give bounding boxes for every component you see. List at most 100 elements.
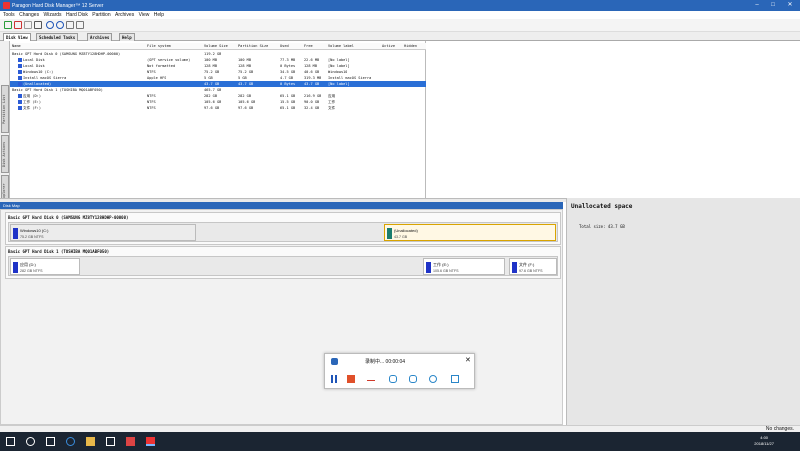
col-file-system[interactable]: File system	[147, 43, 171, 49]
edge-icon[interactable]	[66, 437, 75, 446]
camera-icon[interactable]	[429, 375, 437, 383]
menu-hard-disk[interactable]: Hard Disk	[66, 11, 88, 19]
cell-text: 文件 (F:)	[23, 106, 42, 110]
undo-icon[interactable]	[46, 21, 54, 29]
cell-text: 119.2 GB	[204, 52, 222, 56]
unallocated-icon	[387, 228, 392, 239]
search-icon[interactable]	[26, 437, 35, 446]
side-tab-disk-actions[interactable]: Disk Actions	[1, 135, 9, 173]
apply-icon[interactable]	[4, 21, 12, 29]
discard-icon[interactable]	[14, 21, 22, 29]
info-total-label: Total size:	[579, 224, 606, 229]
partition-list: Name File system Volume Size Partition S…	[10, 41, 426, 198]
menu-wizards[interactable]: Wizards	[43, 11, 61, 19]
cell-text: 128 MB	[238, 64, 251, 68]
disk-0-title: Basic GPT Hard Disk 0 (SAMSUNG MZ8TY128H…	[8, 215, 129, 220]
stop-icon[interactable]	[347, 375, 355, 383]
cell-text: Not formatted	[147, 64, 176, 68]
redo-icon[interactable]	[56, 21, 64, 29]
table-row[interactable]: 文件 (F:) NTFS 97.6 GB 97.6 GB 65.1 GB 32.4 GB 文…	[10, 105, 426, 111]
col-used[interactable]: Used	[280, 43, 289, 49]
unallocated-size: 43.7 GB	[394, 235, 408, 239]
close-button[interactable]: ✕	[784, 1, 796, 10]
pen-icon[interactable]	[389, 375, 397, 383]
menu-bar: Tools Changes Wizards Hard Disk Partitio…	[0, 11, 800, 19]
tab-scheduled-tasks[interactable]: Scheduled Tasks	[36, 33, 79, 41]
cell-text: (Unallocated)	[23, 82, 52, 86]
edit-icon[interactable]	[451, 375, 459, 383]
log-icon[interactable]	[34, 21, 42, 29]
partition-f[interactable]: 文件 (F:) 97.6 GB NTFS	[509, 258, 557, 275]
cell-text: 128 MB	[304, 64, 317, 68]
cell-text: 105.6 GB	[238, 100, 256, 104]
col-active[interactable]: Active	[382, 43, 395, 49]
cell-text: 65.1 GB	[280, 106, 296, 110]
col-partition-size[interactable]: Partition Size	[238, 43, 268, 49]
partition-c[interactable]: Windows10 (C:) 75.2 GB NTFS	[10, 224, 196, 241]
mail-icon[interactable]	[126, 437, 135, 446]
cell-text: 75.2 GB	[238, 70, 254, 74]
cell-text: 75.2 GB	[204, 70, 220, 74]
menu-partition[interactable]: Partition	[92, 11, 110, 19]
cell-name: 文件 (F:)	[18, 105, 41, 111]
store-icon[interactable]	[106, 437, 115, 446]
cell-text: 465.7 GB	[204, 88, 222, 92]
partition-d-icon	[13, 262, 18, 273]
clock-date: 2018/11/27	[754, 441, 774, 446]
partition-c-icon	[13, 228, 18, 239]
minimize-button[interactable]: –	[751, 1, 763, 10]
task-view-icon[interactable]	[46, 437, 55, 446]
disk-map-header: Disk Map	[0, 202, 563, 209]
properties-icon[interactable]	[24, 21, 32, 29]
menu-changes[interactable]: Changes	[19, 11, 39, 19]
cell-text: 应用	[328, 94, 336, 98]
maximize-button[interactable]: □	[767, 1, 779, 10]
tab-archives[interactable]: Archives	[87, 33, 113, 41]
taskbar: 4:00 2018/11/27	[0, 432, 800, 451]
annotate-icon[interactable]	[367, 375, 375, 381]
partition-unallocated[interactable]: (Unallocated) 43.7 GB	[384, 224, 556, 241]
cell-text: 0 Bytes	[280, 64, 296, 68]
refresh-icon[interactable]	[66, 21, 74, 29]
help-icon[interactable]	[76, 21, 84, 29]
highlighter-icon[interactable]	[409, 375, 417, 383]
cell-text: [No label]	[328, 64, 350, 68]
pause-icon[interactable]	[331, 375, 337, 383]
col-free[interactable]: Free	[304, 43, 313, 49]
partition-list-header: Name File system Volume Size Partition S…	[10, 43, 426, 50]
partition-e[interactable]: 工作 (E:) 105.6 GB NTFS	[423, 258, 505, 275]
cell-text: 40.6 GB	[304, 70, 320, 74]
partition-d-size: 282 GB NTFS	[20, 269, 43, 273]
cell-text: 工作	[328, 100, 336, 104]
start-icon[interactable]	[6, 437, 15, 446]
cell-text: 32.4 GB	[304, 106, 320, 110]
system-clock[interactable]: 4:00 2018/11/27	[754, 435, 774, 447]
menu-archives[interactable]: Archives	[115, 11, 134, 19]
recorder-close-button[interactable]: ✕	[465, 356, 471, 364]
partition-f-name: 文件 (F:)	[519, 262, 535, 267]
tab-disk-view[interactable]: Disk View	[3, 33, 31, 41]
menu-tools[interactable]: Tools	[3, 11, 15, 19]
menu-view[interactable]: View	[139, 11, 150, 19]
paragon-taskbar-icon[interactable]	[146, 437, 155, 446]
col-hidden[interactable]: Hidden	[404, 43, 417, 49]
tab-help[interactable]: Help	[119, 33, 135, 41]
partition-icon	[18, 64, 22, 68]
cell-text: [No label]	[328, 58, 350, 62]
disk-1[interactable]: Basic GPT Hard Disk 1 (TOSHIBA MQ01ABF05…	[5, 246, 561, 279]
cell-text: 5 GB	[238, 76, 247, 80]
partition-icon	[18, 76, 22, 80]
partition-icon	[18, 82, 22, 86]
disk-0[interactable]: Basic GPT Hard Disk 0 (SAMSUNG MZ8TY128H…	[5, 212, 561, 245]
partition-f-icon	[512, 262, 517, 273]
unallocated-name: (Unallocated)	[394, 228, 418, 233]
menu-help[interactable]: Help	[154, 11, 164, 19]
col-volume-label[interactable]: Volume label	[328, 43, 354, 49]
file-explorer-icon[interactable]	[86, 437, 95, 446]
col-name[interactable]: Name	[12, 43, 21, 49]
cell-text: Install macOS Sierra	[23, 76, 67, 80]
side-tab-partition-list[interactable]: Partition List	[1, 85, 9, 133]
cell-text: 4.7 GB	[280, 76, 293, 80]
col-volume-size[interactable]: Volume Size	[204, 43, 228, 49]
partition-d[interactable]: 应用 (D:) 282 GB NTFS	[10, 258, 80, 275]
